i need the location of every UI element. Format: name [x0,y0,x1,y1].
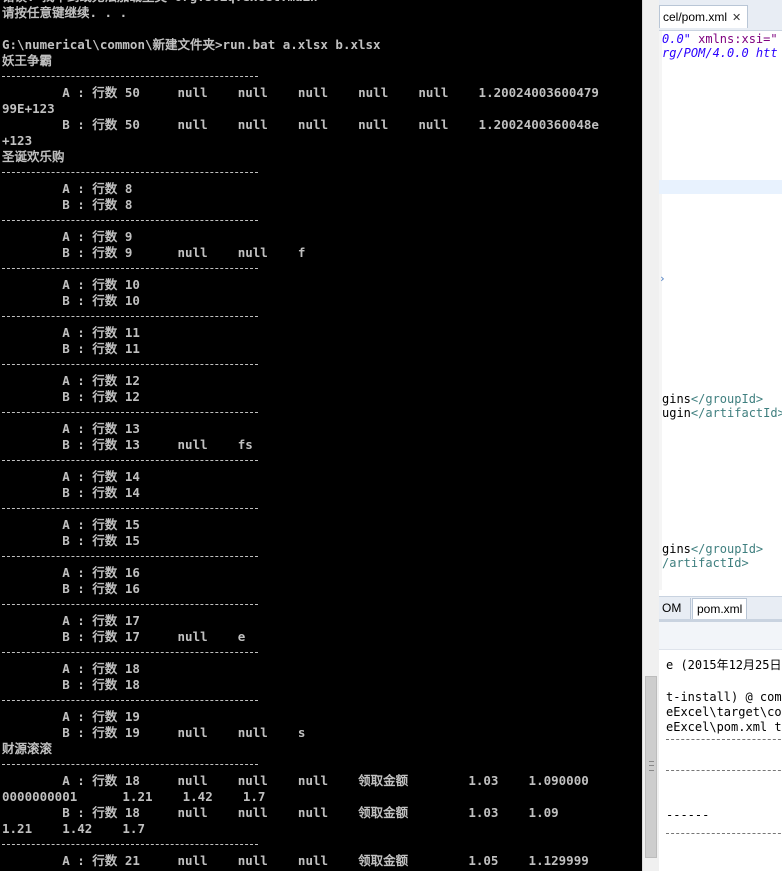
separator-line [2,69,599,85]
separator-line [2,597,599,613]
current-line-highlight [659,180,782,194]
console-line: A : 行数 14 [2,469,140,484]
eclipse-console-separator [666,833,782,834]
code-token: 0.0" [662,32,691,46]
separator-line [2,405,599,421]
code-token: gins [662,542,691,556]
console-line: B : 行数 11 [2,341,140,356]
console-line: 请按任意键继续. . . [2,5,128,20]
separator-line [2,757,599,773]
console-line: B : 行数 12 [2,389,140,404]
tab-divider [690,598,691,619]
console-line: A : 行数 8 [2,181,133,196]
console-line: B : 行数 10 [2,293,140,308]
code-token: </groupId> [690,392,764,406]
code-line: 0.0" xmlns:xsi=" [662,32,778,46]
console-line: B : 行数 16 [2,581,140,596]
console-line: B : 行数 17 null e [2,629,246,644]
code-token: ugin [662,406,691,420]
eclipse-console-line: eExcel\target\co [666,705,782,719]
console-line: A : 行数 10 [2,277,140,292]
console-line: B : 行数 18 null null null 领取金额 1.03 1.09 [2,805,559,820]
separator-line [2,165,599,181]
console-line: A : 行数 50 null null null null null 1.200… [2,85,599,100]
eclipse-console-line: eExcel\pom.xml t [666,720,782,734]
code-line: rg/POM/4.0.0 htt [662,46,778,60]
separator-line [2,693,599,709]
console-line: B : 行数 15 [2,533,140,548]
code-line: gins</groupId> [662,392,763,406]
console-line: 财源滚滚 [2,741,53,756]
eclipse-console-line: e (2015年12月25日 T [666,658,782,672]
console-line: B : 行数 13 null fs [2,437,253,452]
view-divider [659,619,782,621]
eclipse-console-separator [666,770,782,771]
eclipse-console-line: t-install) @ com [666,690,782,704]
console-line: B : 行数 14 [2,485,140,500]
tab-pom-xml[interactable]: pom.xml [692,598,748,619]
console-scrollbar[interactable] [642,0,659,871]
code-token: xmlns:xsi=" [690,32,778,46]
code-token: </artifactId> [690,406,782,420]
scrollbar-grip-icon [649,761,654,771]
console-line: A : 行数 11 [2,325,140,340]
separator-line [2,261,599,277]
console-line: 99E+123 [2,101,55,116]
separator-line [2,453,599,469]
code-line: ugin</artifactId> [662,406,782,420]
console-line: A : 行数 13 [2,421,140,436]
eclipse-console-line: ------ [666,808,710,822]
console-line: +123 [2,133,33,148]
console-line: A : 行数 9 [2,229,133,244]
console-window: 错误: 找不到或无法加载主类 org.soiq.excel.main请按任意键继… [0,0,642,871]
console-line: A : 行数 16 [2,565,140,580]
console-line: 妖王争霸 [2,53,53,68]
scrollbar-thumb[interactable] [645,676,657,858]
console-line: B : 行数 9 null null f [2,245,306,260]
separator-line [2,357,599,373]
console-view-header [659,622,782,650]
console-output: 错误: 找不到或无法加载主类 org.soiq.excel.main请按任意键继… [2,0,599,869]
editor-gutter [659,30,662,590]
console-line: A : 行数 12 [2,373,140,388]
console-line: B : 行数 19 null null s [2,725,306,740]
code-token: </groupId> [690,542,764,556]
console-line: A : 行数 19 [2,709,140,724]
console-line: A : 行数 21 null null null 领取金额 1.05 1.129… [2,853,589,868]
console-line: B : 行数 18 [2,677,140,692]
fold-arrow-icon[interactable]: › [659,272,666,285]
eclipse-console-separator [666,739,782,740]
separator-line [2,213,599,229]
editor-tab-label: cel/pom.xml [663,10,728,24]
code-token: gins [662,392,691,406]
eclipse-ide-panel: cel/pom.xml ✕ 0.0" xmlns:xsi=" rg/POM/4.0.… [659,0,782,871]
console-line: 0000000001 1.21 1.42 1.7 [2,789,266,804]
console-line: A : 行数 18 [2,661,140,676]
separator-line [2,837,599,853]
code-line: /artifactId> [662,556,749,570]
console-line: A : 行数 15 [2,517,140,532]
code-token: rg/POM/4.0.0 htt [662,46,778,60]
separator-line [2,645,599,661]
console-line: 圣诞欢乐购 [2,149,65,164]
code-line: gins</groupId> [662,542,763,556]
tab-effective-pom[interactable]: OM [662,601,681,615]
editor-tab-pom-xml[interactable]: cel/pom.xml ✕ [659,5,749,28]
separator-line [2,309,599,325]
console-line: A : 行数 18 null null null 领取金额 1.03 1.090… [2,773,589,788]
console-line: 1.21 1.42 1.7 [2,821,145,836]
code-token: /artifactId> [662,556,749,570]
console-line: B : 行数 8 [2,197,133,212]
close-icon[interactable]: ✕ [732,12,741,24]
console-line: A : 行数 17 [2,613,140,628]
console-line: B : 行数 50 null null null null null 1.200… [2,117,599,132]
separator-line [2,501,599,517]
console-line: G:\numerical\common\新建文件夹>run.bat a.xlsx… [2,37,381,52]
separator-line [2,549,599,565]
